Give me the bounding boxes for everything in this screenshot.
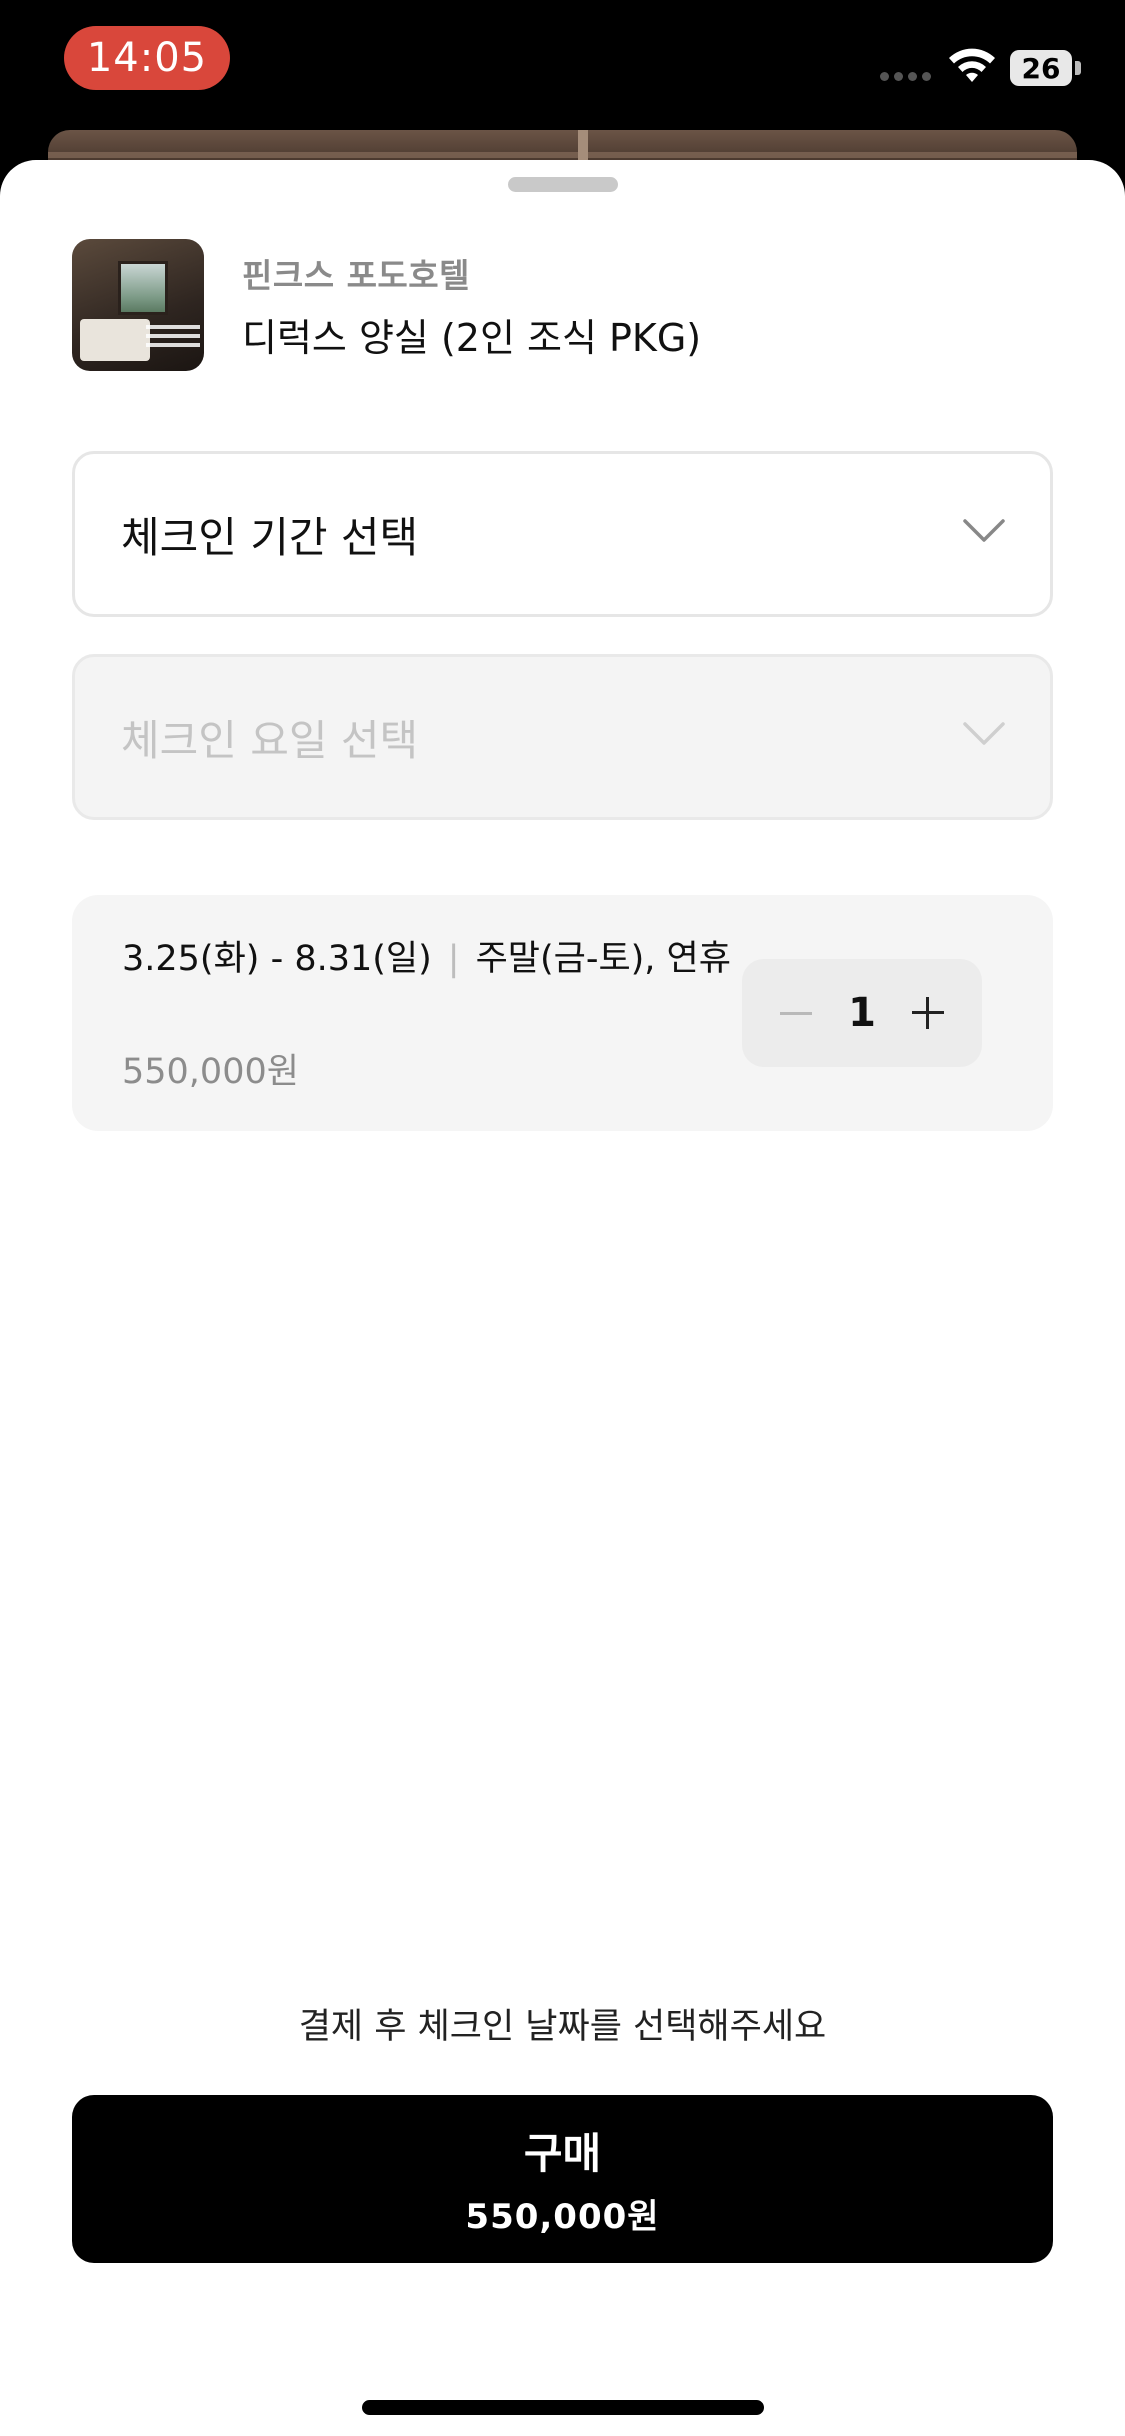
quantity-stepper: 1 [742, 959, 982, 1067]
increment-button[interactable] [898, 983, 958, 1043]
buy-button-label: 구매 [523, 2129, 602, 2178]
battery-cap [1075, 61, 1081, 75]
buy-button[interactable]: 구매 550,000원 [72, 2095, 1053, 2263]
checkin-period-label: 체크인 기간 선택 [121, 512, 419, 562]
checkin-period-select[interactable]: 체크인 기간 선택 [72, 451, 1053, 617]
product-thumbnail [72, 239, 204, 371]
checkin-weekday-label: 체크인 요일 선택 [121, 715, 419, 765]
product-brand: 핀크스 포도호텔 [242, 255, 471, 295]
checkin-weekday-select[interactable]: 체크인 요일 선택 [72, 654, 1053, 820]
option-price: 550,000원 [122, 1052, 299, 1092]
sheet-grabber[interactable] [508, 177, 618, 192]
home-indicator[interactable] [362, 2400, 764, 2415]
checkin-notice: 결제 후 체크인 날짜를 선택해주세요 [298, 2007, 827, 2047]
product-summary: 핀크스 포도호텔 디럭스 양실 (2인 조식 PKG) [72, 239, 1053, 371]
buy-button-price: 550,000원 [465, 2197, 660, 2237]
minus-icon [780, 1011, 812, 1015]
chevron-down-icon [963, 722, 1005, 745]
quantity-value: 1 [848, 990, 876, 1036]
screen: 14:05 26 핀크스 포도호텔 디럭스 양실 (2인 조식 PKG) 체크인… [0, 0, 1125, 2436]
option-separator: | [447, 939, 460, 979]
option-day-type: 주말(금-토), 연휴 [475, 939, 731, 979]
decrement-button[interactable] [766, 983, 826, 1043]
status-bar: 14:05 26 [0, 0, 1125, 130]
selected-option-card: 3.25(화) - 8.31(일) | 주말(금-토), 연휴 550,000원 1 [72, 895, 1053, 1131]
battery-icon: 26 [1010, 50, 1072, 86]
chevron-down-icon [963, 519, 1005, 542]
option-date-range: 3.25(화) - 8.31(일) [122, 939, 432, 979]
signal-dots-icon [880, 72, 931, 81]
bottom-sheet: 핀크스 포도호텔 디럭스 양실 (2인 조식 PKG) 체크인 기간 선택 체크… [0, 160, 1125, 2436]
wifi-icon [949, 48, 995, 82]
option-description: 3.25(화) - 8.31(일) | 주말(금-토), 연휴 [122, 939, 742, 979]
product-name: 디럭스 양실 (2인 조식 PKG) [242, 315, 702, 360]
status-time[interactable]: 14:05 [64, 26, 230, 90]
